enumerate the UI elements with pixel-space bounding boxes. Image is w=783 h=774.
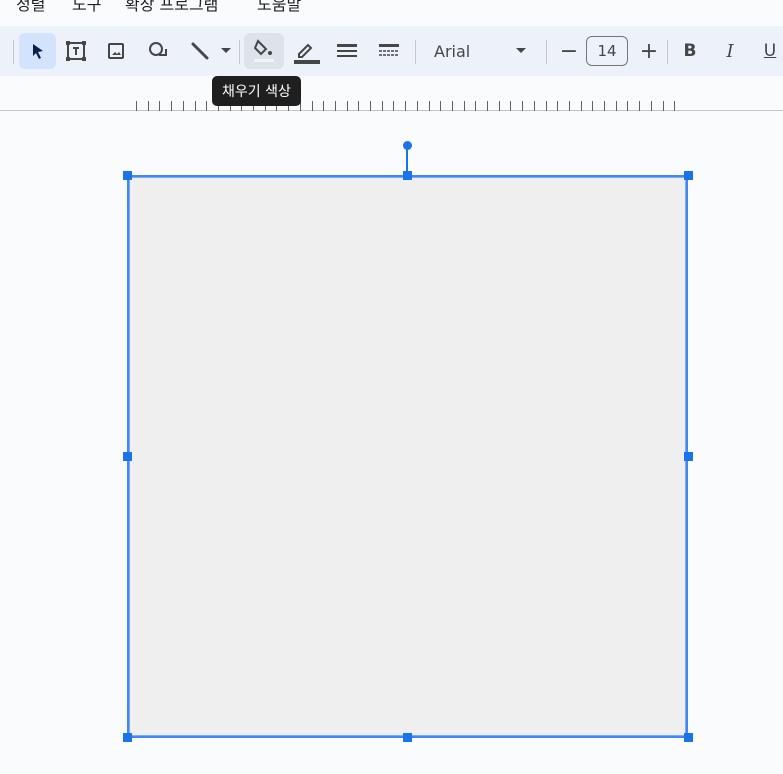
line-button[interactable] xyxy=(182,33,218,69)
ruler-tick xyxy=(323,101,325,111)
insert-image-button[interactable] xyxy=(98,33,134,69)
line-weight-icon xyxy=(337,44,357,57)
resize-handle-bottom-right[interactable] xyxy=(684,733,693,742)
font-select[interactable]: Arial xyxy=(422,33,538,69)
resize-handle-bottom-left[interactable] xyxy=(123,733,132,742)
border-weight-button[interactable] xyxy=(329,33,365,69)
ruler-tick xyxy=(136,101,137,111)
line-dash-icon xyxy=(379,44,399,56)
divider xyxy=(239,40,240,64)
ruler-tick xyxy=(440,101,442,111)
cursor-arrow-icon xyxy=(32,44,43,59)
ruler-tick xyxy=(311,101,313,111)
caret-down-icon xyxy=(516,48,526,53)
ruler-tick xyxy=(346,101,348,111)
shape-icon xyxy=(149,42,167,56)
text-box-button[interactable] xyxy=(58,33,94,69)
ruler-tick xyxy=(194,101,196,111)
pencil-icon xyxy=(294,43,320,64)
menu-tools[interactable]: 도구 xyxy=(72,0,101,15)
resize-handle-top-left[interactable] xyxy=(123,171,132,180)
resize-handle-left[interactable] xyxy=(123,452,132,461)
ruler-tick xyxy=(604,101,605,111)
fill-color-button[interactable] xyxy=(244,33,284,69)
image-icon xyxy=(108,43,124,59)
font-size-input[interactable]: 14 xyxy=(586,36,628,66)
selected-shape[interactable] xyxy=(127,175,688,738)
ruler-tick xyxy=(639,101,641,111)
ruler-tick xyxy=(674,101,676,111)
ruler-tick xyxy=(171,101,173,111)
resize-handle-bottom[interactable] xyxy=(403,733,412,742)
ruler-tick xyxy=(510,101,512,111)
ruler-tick xyxy=(557,101,559,111)
ruler-tick xyxy=(533,101,535,111)
ruler-tick xyxy=(182,101,184,111)
ruler-tick xyxy=(627,101,629,111)
border-color-button[interactable] xyxy=(287,33,323,69)
font-name: Arial xyxy=(434,41,471,61)
ruler-tick xyxy=(370,101,371,111)
border-dash-button[interactable] xyxy=(371,33,407,69)
ruler-tick xyxy=(381,101,383,111)
rotation-handle[interactable] xyxy=(403,141,412,150)
resize-handle-top[interactable] xyxy=(403,171,412,180)
ruler-tick xyxy=(487,101,488,111)
menu-arrange[interactable]: 정렬 xyxy=(16,0,45,15)
ruler-tick xyxy=(393,101,395,111)
italic-button[interactable]: I xyxy=(716,33,744,69)
tooltip: 채우기 색상 xyxy=(212,76,301,106)
divider xyxy=(415,40,416,64)
ruler-tick xyxy=(463,101,465,111)
decrease-font-size-button[interactable]: − xyxy=(556,33,582,69)
minus-icon: − xyxy=(559,38,579,64)
ruler-tick xyxy=(416,101,418,111)
ruler-tick xyxy=(592,101,594,111)
divider xyxy=(13,40,14,64)
divider xyxy=(667,40,668,64)
ruler-tick xyxy=(568,101,570,111)
underline-button[interactable]: U xyxy=(756,33,783,69)
menu-help[interactable]: 도움말 xyxy=(257,0,301,15)
ruler-tick xyxy=(475,101,477,111)
increase-font-size-button[interactable]: + xyxy=(636,33,662,69)
ruler-tick xyxy=(358,101,360,111)
menu-extensions[interactable]: 확장 프로그램 xyxy=(125,0,218,15)
bold-button[interactable]: B xyxy=(676,33,704,69)
toolbar: Arial − 14 + B I U xyxy=(0,26,783,76)
resize-handle-top-right[interactable] xyxy=(684,171,693,180)
ruler-tick xyxy=(405,101,407,111)
ruler-tick xyxy=(147,101,149,111)
paint-bucket-icon xyxy=(253,39,274,62)
ruler-tick xyxy=(159,101,161,111)
ruler-tick xyxy=(206,101,208,111)
resize-handle-right[interactable] xyxy=(684,452,693,461)
shape-button[interactable] xyxy=(140,33,176,69)
ruler-tick xyxy=(451,101,453,111)
caret-down-icon xyxy=(221,48,231,53)
ruler-tick xyxy=(498,101,500,111)
line-dropdown-button[interactable] xyxy=(217,33,235,69)
ruler-tick xyxy=(615,101,617,111)
select-tool-button[interactable] xyxy=(19,33,56,69)
ruler-tick xyxy=(428,101,430,111)
ruler-tick xyxy=(662,101,664,111)
line-icon xyxy=(191,42,209,60)
divider xyxy=(546,40,547,64)
ruler-tick xyxy=(522,101,524,111)
text-box-icon xyxy=(66,41,86,61)
ruler-tick xyxy=(545,101,547,111)
plus-icon: + xyxy=(639,38,659,64)
ruler-tick xyxy=(650,101,652,111)
ruler-tick xyxy=(580,101,582,111)
ruler-tick xyxy=(334,101,336,111)
